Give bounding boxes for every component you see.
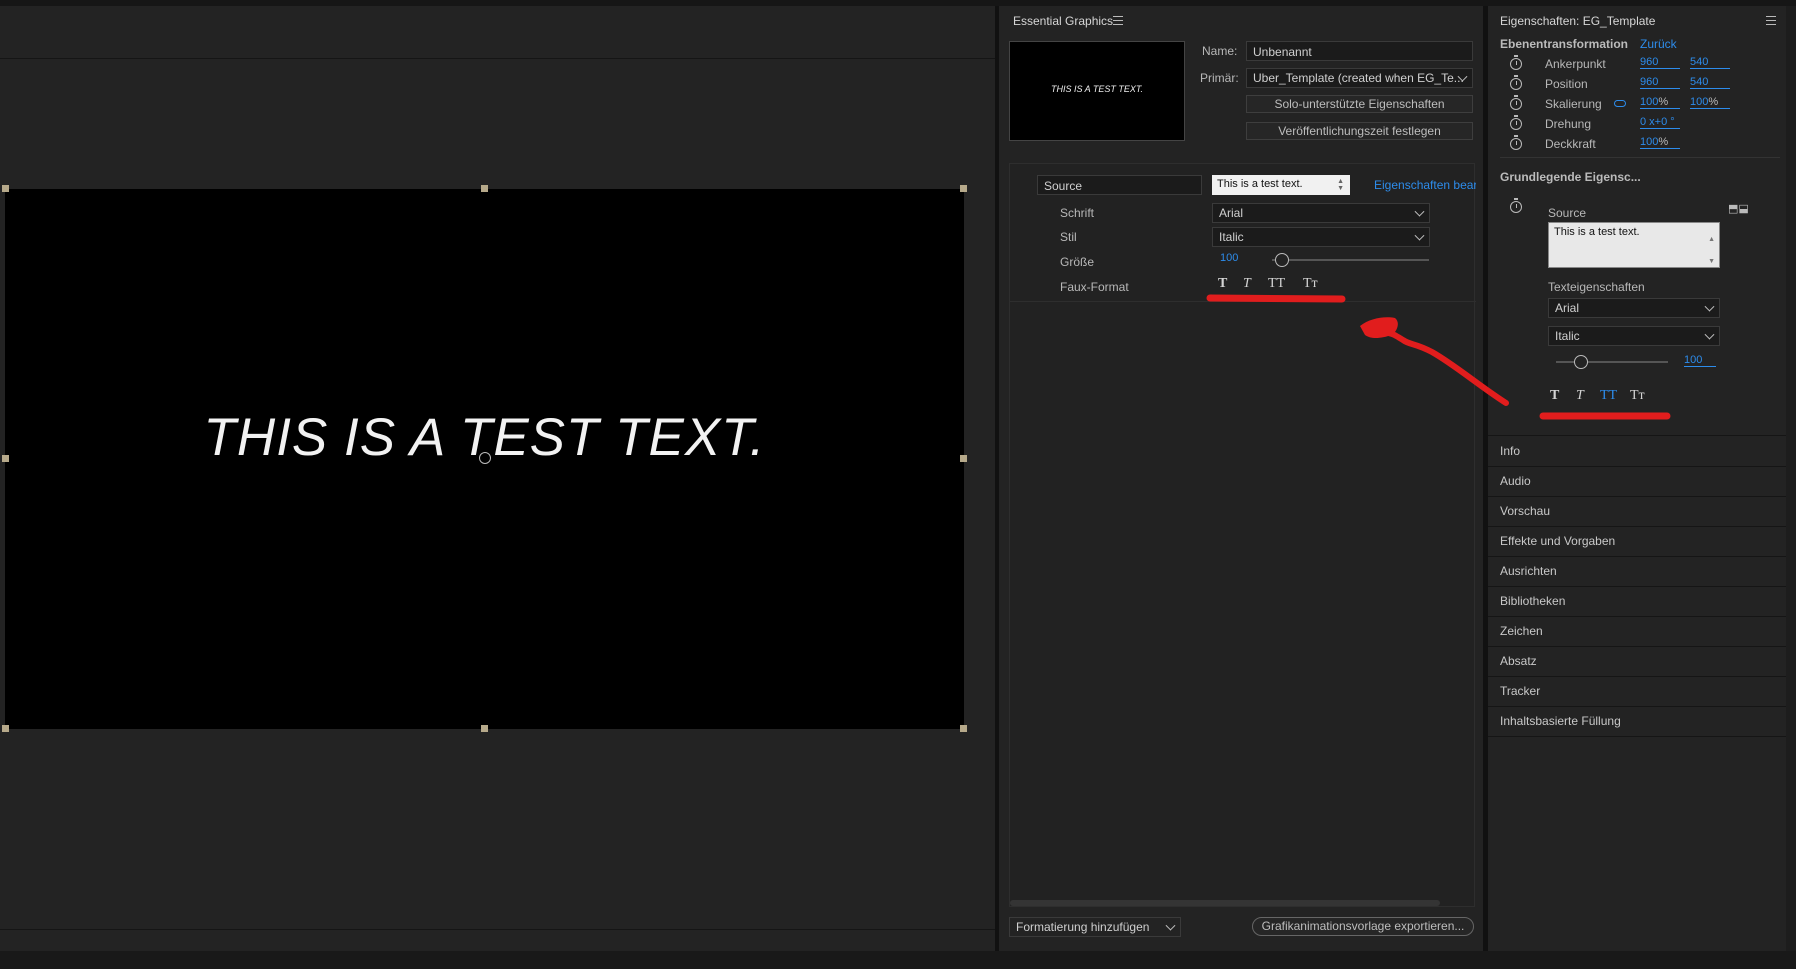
annotation-arrow [1380, 329, 1509, 406]
annotation-overlay [1206, 294, 1671, 420]
annotation-underline-essential [1206, 294, 1346, 303]
